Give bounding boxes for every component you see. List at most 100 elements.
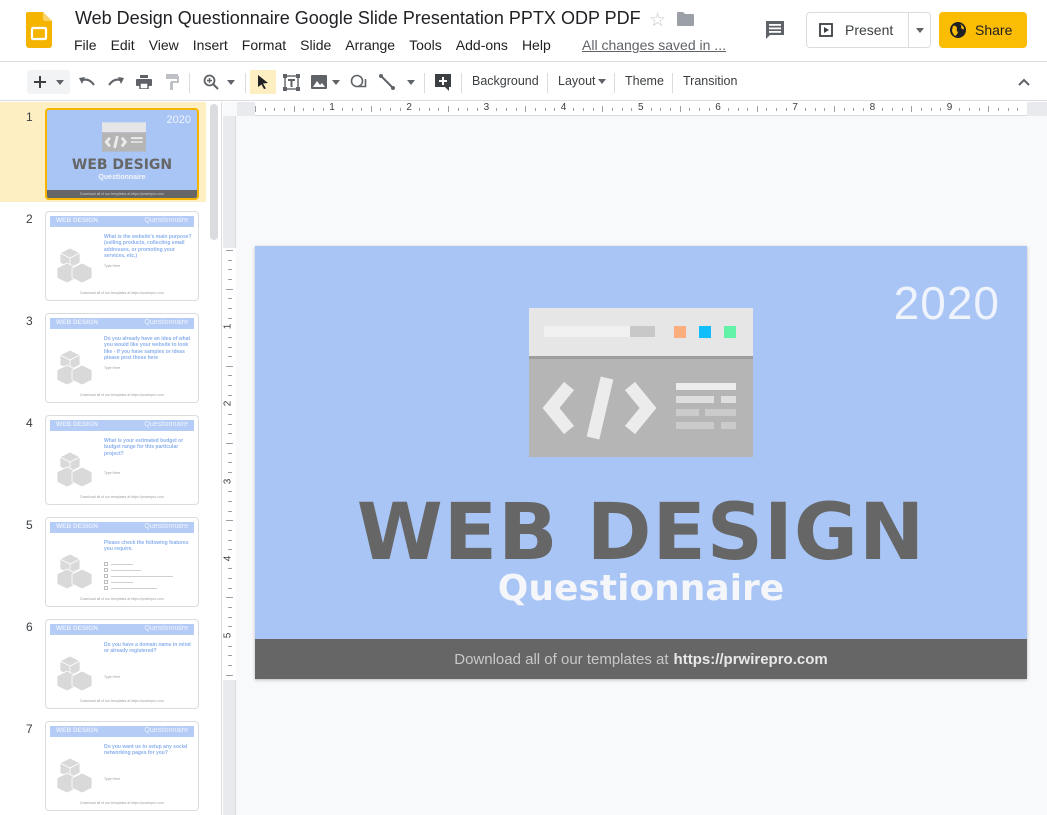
ruler-number: 1 bbox=[222, 323, 234, 330]
filmstrip-slide-6[interactable]: 6 WEB DESIGN Questionnaire Do you have a do… bbox=[0, 612, 206, 712]
toolbar-divider bbox=[672, 73, 673, 93]
ruler-tick bbox=[226, 520, 233, 522]
ruler-tick bbox=[312, 107, 314, 111]
ruler-tick bbox=[554, 107, 556, 111]
filmstrip-scrollbar[interactable] bbox=[210, 104, 218, 240]
ruler-tick bbox=[227, 385, 232, 387]
filmstrip-slide-5[interactable]: 5 WEB DESIGN Questionnaire Please check the… bbox=[0, 510, 206, 610]
caret-down-icon bbox=[597, 78, 606, 84]
thumb-checkbox-item bbox=[104, 568, 184, 573]
ruler-number: 3 bbox=[222, 478, 234, 484]
present-icon bbox=[819, 23, 833, 37]
save-status-link[interactable]: All changes saved in ... bbox=[582, 37, 726, 53]
print-button[interactable] bbox=[134, 70, 154, 94]
menu-format[interactable]: Format bbox=[242, 37, 286, 53]
ruler-tick bbox=[920, 107, 922, 111]
ruler-tick bbox=[227, 298, 232, 300]
ruler-tick bbox=[911, 106, 913, 112]
ruler-tick bbox=[573, 107, 575, 111]
collapse-toolbar-button[interactable] bbox=[1014, 70, 1034, 94]
slide-thumbnail[interactable]: WEB DESIGN Questionnaire What is your esti… bbox=[45, 415, 199, 505]
share-label: Share bbox=[975, 22, 1013, 38]
caret-down-icon bbox=[331, 79, 340, 85]
ruler-tick bbox=[227, 664, 232, 666]
ruler-tick bbox=[227, 375, 232, 377]
slide-number: 1 bbox=[26, 110, 33, 124]
menu-edit[interactable]: Edit bbox=[111, 37, 135, 53]
ruler-tick bbox=[476, 107, 478, 111]
layout-button[interactable]: Layout bbox=[558, 74, 606, 88]
slides-logo-icon[interactable] bbox=[26, 12, 52, 48]
select-tool-button[interactable] bbox=[250, 70, 276, 94]
ruler-tick bbox=[1017, 107, 1019, 111]
share-button[interactable]: Share bbox=[939, 12, 1027, 48]
ruler-tick bbox=[602, 106, 604, 112]
menu-slide[interactable]: Slide bbox=[300, 37, 331, 53]
ruler-tick bbox=[525, 106, 527, 112]
ruler-tick bbox=[747, 107, 749, 111]
thumb-header-left: WEB DESIGN bbox=[56, 217, 98, 224]
filmstrip-slide-7[interactable]: 7 WEB DESIGN Questionnaire Do you want us t… bbox=[0, 714, 206, 814]
ruler-tick bbox=[227, 307, 232, 309]
ruler-tick bbox=[592, 107, 594, 111]
main-slide[interactable]: 2020 WEB DESIGN Questionnaire Download a… bbox=[255, 246, 1027, 679]
document-title[interactable]: Web Design Questionnaire Google Slide Pr… bbox=[75, 8, 641, 29]
toolbar: Background Layout Theme Transition bbox=[0, 63, 1047, 101]
undo-button[interactable] bbox=[77, 70, 97, 94]
slide-year[interactable]: 2020 bbox=[894, 276, 1000, 330]
menu-help[interactable]: Help bbox=[522, 37, 551, 53]
slide-thumbnail[interactable]: WEB DESIGN Questionnaire Do you want us to… bbox=[45, 721, 199, 811]
paint-format-button[interactable] bbox=[162, 70, 182, 94]
thumb-type-here: Type Here bbox=[104, 471, 121, 475]
shape-button[interactable] bbox=[348, 70, 368, 94]
textbox-icon bbox=[282, 73, 300, 91]
slide-thumbnail[interactable]: WEB DESIGN Questionnaire Please check the … bbox=[45, 517, 199, 607]
zoom-button[interactable] bbox=[199, 70, 239, 94]
slide-title[interactable]: WEB DESIGN bbox=[255, 488, 1027, 578]
menu-file[interactable]: File bbox=[74, 37, 97, 53]
code-window-illustration[interactable] bbox=[529, 308, 753, 457]
add-comment-button[interactable] bbox=[433, 70, 453, 94]
menu-add-ons[interactable]: Add-ons bbox=[456, 37, 508, 53]
window-dot-blue bbox=[699, 326, 711, 338]
insert-image-button[interactable] bbox=[308, 70, 342, 94]
present-dropdown-button[interactable] bbox=[909, 13, 930, 47]
new-slide-button[interactable] bbox=[27, 70, 70, 94]
slide-thumbnail[interactable]: 2020 WEB DESIGN Questionnaire Download all … bbox=[45, 108, 199, 200]
ruler-tick bbox=[515, 107, 517, 111]
textbox-button[interactable] bbox=[281, 70, 301, 94]
folder-icon[interactable] bbox=[677, 12, 694, 26]
thumb-type-here: Type Here bbox=[104, 777, 121, 781]
menu-view[interactable]: View bbox=[149, 37, 179, 53]
star-icon[interactable]: ☆ bbox=[649, 9, 666, 32]
redo-button[interactable] bbox=[106, 70, 126, 94]
menu-insert[interactable]: Insert bbox=[193, 37, 228, 53]
filmstrip-slide-3[interactable]: 3 WEB DESIGN Questionnaire Do you already h… bbox=[0, 306, 206, 406]
line-button[interactable] bbox=[377, 70, 417, 94]
thumb-footer: Download all of our templates at https:/… bbox=[80, 597, 164, 601]
ruler-tick bbox=[428, 107, 430, 111]
ruler-tick bbox=[255, 106, 256, 112]
ruler-tick bbox=[862, 107, 864, 111]
theme-button[interactable]: Theme bbox=[625, 74, 664, 88]
slide-thumbnail[interactable]: WEB DESIGN Questionnaire Do you have a dom… bbox=[45, 619, 199, 709]
ruler-tick bbox=[621, 107, 623, 111]
ruler-tick bbox=[227, 568, 232, 570]
comment-history-icon[interactable] bbox=[765, 20, 785, 40]
filmstrip-slide-2[interactable]: 2 WEB DESIGN Questionnaire What is the webs… bbox=[0, 204, 206, 304]
vertical-ruler-active: 1 2 3 4 5 bbox=[222, 248, 236, 680]
slide-thumbnail[interactable]: WEB DESIGN Questionnaire Do you already ha… bbox=[45, 313, 199, 403]
menu-tools[interactable]: Tools bbox=[409, 37, 442, 53]
slide-subtitle[interactable]: Questionnaire bbox=[255, 568, 1027, 609]
slide-footer[interactable]: Download all of our templates at https:/… bbox=[255, 639, 1027, 679]
filmstrip-slide-4[interactable]: 4 WEB DESIGN Questionnaire What is your est… bbox=[0, 408, 206, 508]
thumb-question: Do you want us to setup any social netwo… bbox=[104, 744, 188, 757]
slide-thumbnail[interactable]: WEB DESIGN Questionnaire What is the websi… bbox=[45, 211, 199, 301]
horizontal-ruler[interactable]: 1 2 3 4 5 6 7 8 9 bbox=[255, 102, 1027, 116]
background-button[interactable]: Background bbox=[472, 74, 539, 88]
menu-arrange[interactable]: Arrange bbox=[345, 37, 395, 53]
filmstrip-slide-1[interactable]: 1 2020 WEB DESIGN Questionnaire Download all… bbox=[0, 102, 206, 202]
present-button[interactable]: Present bbox=[807, 13, 909, 47]
transition-button[interactable]: Transition bbox=[683, 74, 737, 88]
toolbar-divider bbox=[245, 73, 246, 93]
